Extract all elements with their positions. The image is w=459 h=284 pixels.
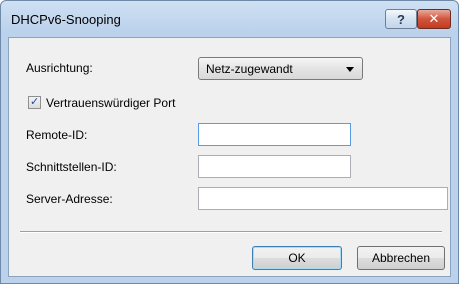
close-button[interactable]: ✕ <box>417 9 451 29</box>
interface-id-input[interactable] <box>198 155 351 178</box>
checkmark-icon: ✓ <box>30 96 40 108</box>
server-address-input[interactable] <box>198 187 448 210</box>
separator-line <box>20 231 442 233</box>
window-title: DHCPv6-Snooping <box>11 12 121 27</box>
close-icon: ✕ <box>428 11 440 26</box>
help-button[interactable]: ? <box>385 9 417 29</box>
trusted-port-checkbox[interactable]: ✓ <box>28 96 41 109</box>
ausrichtung-dropdown[interactable]: Netz-zugewandt <box>198 57 363 80</box>
cancel-button-label: Abbrechen <box>371 251 431 265</box>
dialog-window: DHCPv6-Snooping ? ✕ Ausrichtung: Netz-zu… <box>0 0 459 284</box>
server-address-label: Server-Adresse: <box>26 192 113 206</box>
interface-id-label: Schnittstellen-ID: <box>26 160 117 174</box>
title-bar[interactable]: DHCPv6-Snooping ? ✕ <box>1 1 458 37</box>
cancel-button[interactable]: Abbrechen <box>357 246 445 270</box>
chevron-down-icon <box>346 67 354 72</box>
remote-id-label: Remote-ID: <box>26 128 88 142</box>
ok-button-label: OK <box>288 251 306 265</box>
help-icon: ? <box>397 11 405 27</box>
trusted-port-label[interactable]: Vertrauenswürdiger Port <box>46 96 175 110</box>
dialog-body: Ausrichtung: Netz-zugewandt ✓ Vertrauens… <box>8 37 451 277</box>
ausrichtung-selected-value: Netz-zugewandt <box>206 62 293 76</box>
remote-id-input[interactable] <box>198 123 351 146</box>
ok-button[interactable]: OK <box>252 246 342 270</box>
ausrichtung-label: Ausrichtung: <box>26 61 93 75</box>
